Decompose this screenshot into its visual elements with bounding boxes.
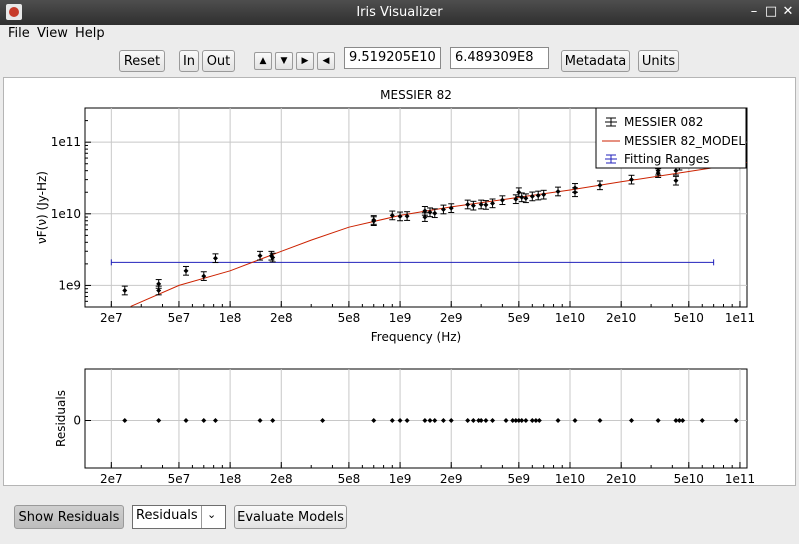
minimize-icon[interactable]: – <box>746 4 762 20</box>
res-x-tick-label: 5e7 <box>168 472 191 485</box>
plot-area: MESSIER 82 2e7 5e7 1e8 2e8 5e8 1e9 2e9 5e9 1e10 2e… <box>3 77 796 486</box>
main-x-tick-label: 2e9 <box>440 311 463 325</box>
residuals-plot: 2e7 5e7 1e8 2e8 5e8 1e9 2e9 5e9 1e10 2e10 5e10 1e11… <box>54 368 755 486</box>
main-y-tick-label: 1e11 <box>51 135 81 149</box>
show-residuals-button[interactable]: Show Residuals <box>14 505 124 529</box>
zoom-out-button[interactable]: Out <box>202 50 235 72</box>
res-x-tick-label: 5e8 <box>338 472 361 485</box>
res-x-tick-label: 2e10 <box>606 472 636 485</box>
menu-view[interactable]: View <box>35 26 70 41</box>
y-value-field[interactable]: 6.489309E8 <box>450 47 549 69</box>
main-x-tick-label: 1e11 <box>725 311 755 325</box>
toolbar: Reset In Out ▲ ▼ ▶ ◀ 9.519205E10 6.48930… <box>0 45 799 77</box>
main-x-tick-label: 1e10 <box>555 311 585 325</box>
legend-entry: Fitting Ranges <box>624 152 709 166</box>
chevron-down-icon: ⌄ <box>207 508 217 521</box>
main-x-tick-label: 5e7 <box>168 311 191 325</box>
window-title: Iris Visualizer <box>356 5 443 20</box>
metadata-button[interactable]: Metadata <box>561 50 630 72</box>
evaluate-models-button[interactable]: Evaluate Models <box>234 505 347 529</box>
y-axis-label: νF(ν) (Jy-Hz) <box>35 171 49 244</box>
close-icon[interactable]: ✕ <box>780 4 796 20</box>
x-axis-label: Frequency (Hz) <box>371 330 462 344</box>
menu-bar: File View Help <box>0 25 799 45</box>
res-x-tick-label: 2e7 <box>100 472 123 485</box>
res-x-tick-label: 5e10 <box>674 472 704 485</box>
zoom-in-button[interactable]: In <box>179 50 199 72</box>
units-button[interactable]: Units <box>638 50 679 72</box>
menu-file[interactable]: File <box>6 26 32 41</box>
main-x-tick-label: 1e8 <box>219 311 242 325</box>
reset-button[interactable]: Reset <box>119 50 165 72</box>
main-x-tick-label: 2e7 <box>100 311 123 325</box>
plot-canvas[interactable]: MESSIER 822e7 5e7 1e8 2e8 5e8 1e9 2e9 5e9 1e10 2e… <box>4 78 795 486</box>
res-x-tick-label: 1e9 <box>389 472 412 485</box>
legend: MESSIER 082 MESSIER 82_MODEL Fitting Range… <box>595 107 747 169</box>
res-x-tick-label: 1e10 <box>555 472 585 485</box>
main-x-tick-label: 5e10 <box>674 311 704 325</box>
main-y-tick-label: 1e9 <box>58 278 81 292</box>
res-x-tick-label: 5e9 <box>508 472 531 485</box>
main-x-tick-label: 2e8 <box>270 311 293 325</box>
pan-right-icon[interactable]: ▶ <box>296 52 314 70</box>
res-x-tick-label: 1e8 <box>219 472 242 485</box>
bottom-bar: Show Residuals Residuals ⌄ Evaluate Mode… <box>0 489 799 544</box>
res-y-tick-label: 0 <box>73 414 81 428</box>
res-x-tick-label: 1e11 <box>725 472 755 485</box>
legend-entry: MESSIER 82_MODEL <box>624 134 745 148</box>
residuals-axis-label: Residuals <box>54 390 68 447</box>
title-bar: Iris Visualizer – □ ✕ <box>0 0 799 25</box>
pan-left-icon[interactable]: ◀ <box>317 52 335 70</box>
res-x-tick-label: 2e9 <box>440 472 463 485</box>
pan-down-icon[interactable]: ▼ <box>275 52 293 70</box>
residuals-select[interactable]: Residuals ⌄ <box>132 505 226 529</box>
chart-title: MESSIER 82 <box>380 88 452 102</box>
residuals-select-value: Residuals <box>136 508 198 523</box>
main-x-tick-label: 5e8 <box>338 311 361 325</box>
main-x-tick-label: 1e9 <box>389 311 412 325</box>
main-x-tick-label: 5e9 <box>508 311 531 325</box>
menu-help[interactable]: Help <box>73 26 107 41</box>
maximize-icon[interactable]: □ <box>763 4 779 20</box>
res-x-tick-label: 2e8 <box>270 472 293 485</box>
main-x-tick-label: 2e10 <box>606 311 636 325</box>
x-value-field[interactable]: 9.519205E10 <box>344 47 441 69</box>
select-divider <box>201 506 202 528</box>
legend-entry: MESSIER 082 <box>624 115 703 129</box>
main-y-tick-label: 1e10 <box>51 207 81 221</box>
res-frame <box>84 368 748 469</box>
sed-plot: MESSIER 82 2e7 5e7 1e8 2e8 5e8 1e9 2e9 5e9 1e10 2e… <box>35 88 755 344</box>
pan-up-icon[interactable]: ▲ <box>254 52 272 70</box>
